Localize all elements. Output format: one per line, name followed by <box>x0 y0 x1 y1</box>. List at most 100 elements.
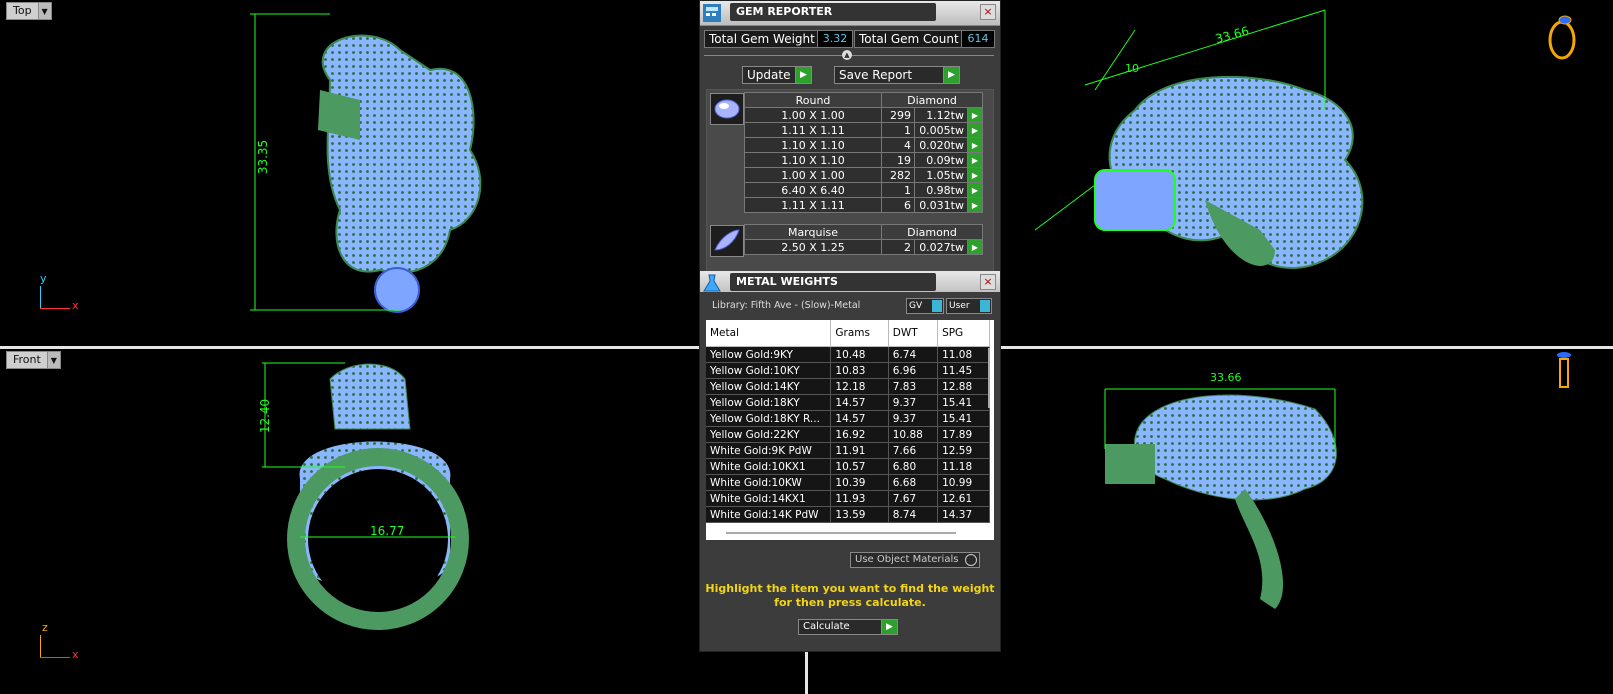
table-cell: 12.59 <box>937 442 990 459</box>
gem-size: 1.00 X 1.00 <box>744 107 882 123</box>
play-icon[interactable]: ▶ <box>967 197 983 213</box>
calculate-button[interactable]: Calculate ▶ <box>798 619 898 635</box>
table-cell: White Gold:10KW <box>706 474 832 491</box>
play-icon[interactable]: ▶ <box>967 137 983 153</box>
horizontal-scrollbar[interactable] <box>726 532 956 534</box>
table-cell: Yellow Gold:10KY <box>706 362 832 379</box>
table-row[interactable]: White Gold:10KX1 10.57 6.80 11.18 <box>706 458 990 475</box>
gem-weight: 1.05tw <box>914 167 968 183</box>
gem-row[interactable]: 1.00 X 1.00 299 1.12tw ▶ <box>744 107 983 123</box>
table-cell: 9.37 <box>888 394 939 411</box>
chevron-down-icon[interactable]: ▼ <box>46 352 60 368</box>
gem-row[interactable]: 6.40 X 6.40 1 0.98tw ▶ <box>744 182 983 198</box>
gem-weight: 0.98tw <box>914 182 968 198</box>
total-gem-weight-label: Total Gem Weight <box>704 30 820 48</box>
table-row[interactable]: White Gold:9K PdW 11.91 7.66 12.59 <box>706 442 990 459</box>
gem-weight: 0.031tw <box>914 197 968 213</box>
table-cell: 9.37 <box>888 410 939 427</box>
column-header[interactable]: DWT <box>888 320 939 347</box>
round-diamond-icon <box>710 93 744 125</box>
metal-weights-body: Library: Fifth Ave - (Slow)-Metal GV Use… <box>700 292 1000 651</box>
play-icon[interactable]: ▶ <box>967 107 983 123</box>
shape-header: Round <box>744 92 882 108</box>
dim-height-label: 12.40 <box>258 398 273 434</box>
gem-row[interactable]: 1.11 X 1.11 1 0.005tw ▶ <box>744 122 983 138</box>
material-header: Diamond <box>881 224 983 240</box>
front-view-model <box>262 362 469 630</box>
play-icon[interactable]: ▶ <box>967 182 983 198</box>
gem-row[interactable]: 1.10 X 1.10 4 0.020tw ▶ <box>744 137 983 153</box>
table-cell: 11.18 <box>937 458 990 475</box>
gem-weight: 0.027tw <box>914 239 968 255</box>
use-object-materials-toggle[interactable]: Use Object Materials <box>850 552 980 568</box>
table-cell: Yellow Gold:18KY R... <box>706 410 832 427</box>
gem-size: 1.10 X 1.10 <box>744 137 882 153</box>
gem-count: 282 <box>881 167 915 183</box>
table-cell: 7.83 <box>888 378 939 395</box>
gem-row[interactable]: 1.00 X 1.00 282 1.05tw ▶ <box>744 167 983 183</box>
gem-row[interactable]: 1.11 X 1.11 6 0.031tw ▶ <box>744 197 983 213</box>
table-cell: 8.74 <box>888 506 939 523</box>
play-icon[interactable]: ▶ <box>967 122 983 138</box>
table-row[interactable]: Yellow Gold:22KY 16.92 10.88 17.89 <box>706 426 990 443</box>
gem-count: 6 <box>881 197 915 213</box>
user-toggle[interactable]: User <box>946 298 992 314</box>
gem-count: 2 <box>881 239 915 255</box>
table-cell: 10.99 <box>937 474 990 491</box>
marquise-gem-table: Marquise Diamond 2.50 X 1.25 2 0.027tw ▶ <box>744 224 983 255</box>
play-icon[interactable]: ▶ <box>967 152 983 168</box>
table-row[interactable]: White Gold:14K PdW 13.59 8.74 14.37 <box>706 506 990 523</box>
play-icon[interactable]: ▶ <box>967 167 983 183</box>
table-cell: 6.96 <box>888 362 939 379</box>
axis-y-label: y <box>40 272 47 285</box>
vertical-scrollbar[interactable] <box>988 348 990 408</box>
table-cell: 6.68 <box>888 474 939 491</box>
gem-count: 4 <box>881 137 915 153</box>
gem-weight: 0.005tw <box>914 122 968 138</box>
column-header[interactable]: SPG <box>937 320 990 347</box>
close-icon[interactable]: × <box>980 274 996 290</box>
table-row[interactable]: Yellow Gold:14KY 12.18 7.83 12.88 <box>706 378 990 395</box>
dim-length-label: 33.66 <box>1210 371 1242 384</box>
column-header[interactable]: Grams <box>830 320 889 347</box>
axis-x-label: x <box>72 648 79 661</box>
viewport-front[interactable]: 12.40 16.77 z x Front ▼ <box>0 349 805 694</box>
play-icon: ▶ <box>943 67 959 83</box>
table-cell: 14.37 <box>937 506 990 523</box>
metal-table-container[interactable]: Metal Grams DWT SPG Yellow Gold:9KY 10.48 6.74… <box>706 320 994 540</box>
table-row[interactable]: White Gold:14KX1 11.93 7.67 12.61 <box>706 490 990 507</box>
play-icon[interactable]: ▶ <box>967 239 983 255</box>
gem-reporter-panel: GEM REPORTER × Total Gem Weight 3.32 Tot… <box>699 0 1001 652</box>
gem-size: 2.50 X 1.25 <box>744 239 882 255</box>
table-cell: 11.08 <box>937 346 990 363</box>
table-cell: 7.66 <box>888 442 939 459</box>
close-icon[interactable]: × <box>980 4 996 20</box>
gem-weight: 0.020tw <box>914 137 968 153</box>
gem-weight: 0.09tw <box>914 152 968 168</box>
gem-reporter-titlebar[interactable]: GEM REPORTER × <box>700 1 1000 26</box>
gem-count: 19 <box>881 152 915 168</box>
axis-x-label: x <box>72 299 79 312</box>
table-cell: 13.59 <box>830 506 889 523</box>
column-header[interactable]: Metal <box>706 320 832 347</box>
viewport-top[interactable]: y x 33.35 Top ▼ <box>0 0 805 346</box>
gem-calculator-icon <box>702 3 722 23</box>
table-cell: 14.57 <box>830 410 889 427</box>
gem-row[interactable]: 1.10 X 1.10 19 0.09tw ▶ <box>744 152 983 168</box>
viewport-label-top[interactable]: Top ▼ <box>6 2 52 20</box>
table-row[interactable]: Yellow Gold:18KY R... 14.57 9.37 15.41 <box>706 410 990 427</box>
save-report-button[interactable]: Save Report ▶ <box>834 66 960 84</box>
table-cell: 10.48 <box>830 346 889 363</box>
chevron-down-icon[interactable]: ▼ <box>37 3 51 19</box>
viewport-label-front[interactable]: Front ▼ <box>6 351 61 369</box>
flask-icon <box>702 273 722 293</box>
table-row[interactable]: Yellow Gold:18KY 14.57 9.37 15.41 <box>706 394 990 411</box>
table-row[interactable]: Yellow Gold:9KY 10.48 6.74 11.08 <box>706 346 990 363</box>
gem-row[interactable]: 2.50 X 1.25 2 0.027tw ▶ <box>744 239 983 255</box>
table-cell: 12.88 <box>937 378 990 395</box>
update-button[interactable]: Update ▶ <box>742 66 812 84</box>
table-row[interactable]: Yellow Gold:10KY 10.83 6.96 11.45 <box>706 362 990 379</box>
gv-toggle[interactable]: GV <box>906 298 944 314</box>
table-row[interactable]: White Gold:10KW 10.39 6.68 10.99 <box>706 474 990 491</box>
collapse-toggle-icon[interactable]: ▲ <box>842 50 852 60</box>
